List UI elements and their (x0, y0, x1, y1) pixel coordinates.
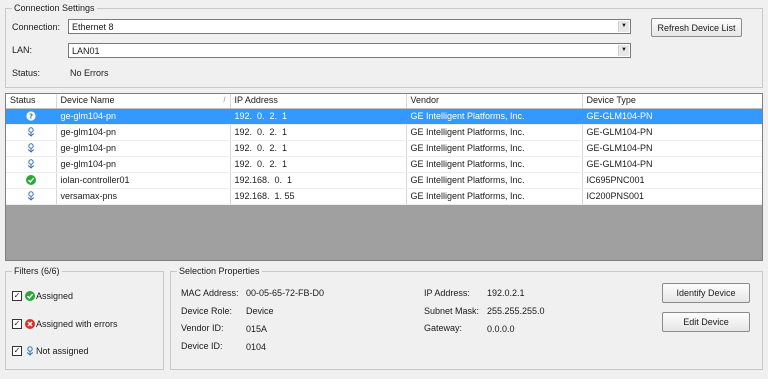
gateway-label: Gateway: (424, 323, 463, 333)
status-value: No Errors (70, 68, 109, 78)
vendor-cell: GE Intelligent Platforms, Inc. (406, 124, 583, 141)
table-row[interactable]: ? ge-glm104-pn 192. 0. 2. 1 GE Intelligent … (6, 108, 762, 125)
status-label: Status: (12, 68, 41, 78)
chevron-down-icon[interactable]: ▼ (618, 45, 629, 56)
ip-address-cell: 192.168. 0. 1 (230, 172, 407, 189)
status-cell (6, 124, 57, 141)
filter-not-assigned-checkbox[interactable]: ✓ (12, 346, 22, 356)
mac-address-value: 00-05-65-72-FB-D0 (246, 288, 325, 298)
device-id-value: 0104 (246, 342, 267, 352)
device-type-cell: GE-GLM104-PN (582, 108, 762, 125)
subnet-mask-label: Subnet Mask: (424, 306, 480, 316)
device-role-label: Device Role: (181, 306, 233, 316)
ip-address-label: IP Address: (424, 288, 470, 298)
connection-value: Ethernet 8 (72, 22, 114, 32)
lan-value: LAN01 (72, 46, 100, 56)
not-assigned-icon (26, 191, 36, 201)
assigned-check-icon (25, 175, 36, 186)
lan-label: LAN: (12, 45, 33, 55)
connection-label: Connection: (12, 22, 61, 32)
table-row[interactable]: ge-glm104-pn 192. 0. 2. 1 GE Intelligent P… (6, 140, 762, 157)
device-name-cell: ge-glm104-pn (56, 108, 231, 125)
vendor-id-label: Vendor ID: (181, 323, 224, 333)
mac-address-label: MAC Address: (181, 288, 239, 298)
status-cell (6, 172, 57, 189)
selection-properties-title: Selection Properties (177, 266, 262, 277)
ip-address-cell: 192. 0. 2. 1 (230, 124, 407, 141)
device-type-cell: GE-GLM104-PN (582, 140, 762, 157)
table-header-row: Status Device Name / IP Address Vendor De… (6, 94, 762, 109)
connection-settings-title: Connection Settings (12, 3, 97, 14)
device-name-cell: versamax-pns (56, 188, 231, 205)
filter-errors-label: Assigned with errors (36, 319, 118, 329)
status-cell (6, 156, 57, 173)
device-type-cell: IC695PNC001 (582, 172, 762, 189)
device-role-value: Device (246, 306, 274, 316)
not-assigned-icon (26, 143, 36, 153)
column-header-device-type[interactable]: Device Type (582, 94, 762, 109)
filters-title: Filters (6/6) (12, 266, 62, 277)
filter-assigned-with-errors[interactable]: ✓ Assigned with errors (12, 318, 162, 332)
refresh-device-list-button[interactable]: Refresh Device List (651, 18, 742, 37)
column-header-vendor[interactable]: Vendor (406, 94, 583, 109)
ip-address-cell: 192. 0. 2. 1 (230, 108, 407, 125)
filter-not-assigned[interactable]: ✓ Not assigned (12, 345, 152, 359)
connection-settings-group: Connection Settings Connection: Ethernet… (5, 3, 763, 88)
device-id-label: Device ID: (181, 341, 223, 351)
filter-assigned-label: Assigned (36, 291, 74, 301)
vendor-cell: GE Intelligent Platforms, Inc. (406, 156, 583, 173)
identify-device-button[interactable]: Identify Device (662, 283, 750, 303)
column-header-ip-address[interactable]: IP Address (230, 94, 407, 109)
filter-assigned-checkbox[interactable]: ✓ (12, 291, 22, 301)
selection-properties-group: Selection Properties MAC Address: 00-05-… (170, 266, 763, 370)
device-type-cell: GE-GLM104-PN (582, 156, 762, 173)
ip-address-cell: 192. 0. 2. 1 (230, 156, 407, 173)
vendor-cell: GE Intelligent Platforms, Inc. (406, 140, 583, 157)
lan-dropdown[interactable]: LAN01 ▼ (68, 43, 631, 58)
ip-address-cell: 192. 0. 2. 1 (230, 140, 407, 157)
status-cell (6, 188, 57, 205)
device-type-cell: IC200PNS001 (582, 188, 762, 205)
table-row[interactable]: ge-glm104-pn 192. 0. 2. 1 GE Intelligent P… (6, 124, 762, 141)
error-x-icon (25, 319, 35, 329)
vendor-cell: GE Intelligent Platforms, Inc. (406, 172, 583, 189)
table-row[interactable]: versamax-pns 192.168. 1. 55 GE Intelligent… (6, 188, 762, 205)
table-row[interactable]: iolan-controller01 192.168. 0. 1 GE Intell… (6, 172, 762, 189)
table-row[interactable]: ge-glm104-pn 192. 0. 2. 1 GE Intelligent P… (6, 156, 762, 173)
column-header-device-name-label: Device Name (60, 95, 115, 106)
not-assigned-icon (26, 127, 36, 137)
assigned-check-icon (25, 291, 35, 301)
column-header-status[interactable]: Status (6, 94, 57, 109)
connection-dropdown[interactable]: Ethernet 8 ▼ (68, 19, 631, 34)
vendor-cell: GE Intelligent Platforms, Inc. (406, 188, 583, 205)
sort-indicator-icon: / (223, 97, 226, 104)
gateway-value: 0.0.0.0 (487, 324, 515, 334)
device-name-cell: ge-glm104-pn (56, 124, 231, 141)
chevron-down-icon[interactable]: ▼ (618, 21, 629, 32)
ip-address-value: 192.0.2.1 (487, 288, 525, 298)
device-name-cell: ge-glm104-pn (56, 140, 231, 157)
svg-text:?: ? (29, 113, 33, 121)
not-assigned-icon (26, 346, 34, 356)
status-cell (6, 140, 57, 157)
column-header-device-name[interactable]: Device Name / (56, 94, 231, 109)
status-cell: ? (6, 108, 57, 125)
vendor-cell: GE Intelligent Platforms, Inc. (406, 108, 583, 125)
filter-errors-checkbox[interactable]: ✓ (12, 319, 22, 329)
edit-device-button[interactable]: Edit Device (662, 312, 750, 332)
device-name-cell: iolan-controller01 (56, 172, 231, 189)
device-name-cell: ge-glm104-pn (56, 156, 231, 173)
ip-address-cell: 192.168. 1. 55 (230, 188, 407, 205)
subnet-mask-value: 255.255.255.0 (487, 306, 545, 316)
filters-group: Filters (6/6) ✓ Assigned ✓ Assigned with… (5, 266, 164, 370)
filter-not-assigned-label: Not assigned (36, 346, 89, 356)
not-assigned-icon (26, 159, 36, 169)
vendor-id-value: 015A (246, 324, 268, 334)
unknown-question-icon: ? (26, 111, 36, 121)
filter-assigned[interactable]: ✓ Assigned (12, 290, 152, 304)
device-list-table[interactable]: Status Device Name / IP Address Vendor De… (5, 93, 763, 261)
device-type-cell: GE-GLM104-PN (582, 124, 762, 141)
